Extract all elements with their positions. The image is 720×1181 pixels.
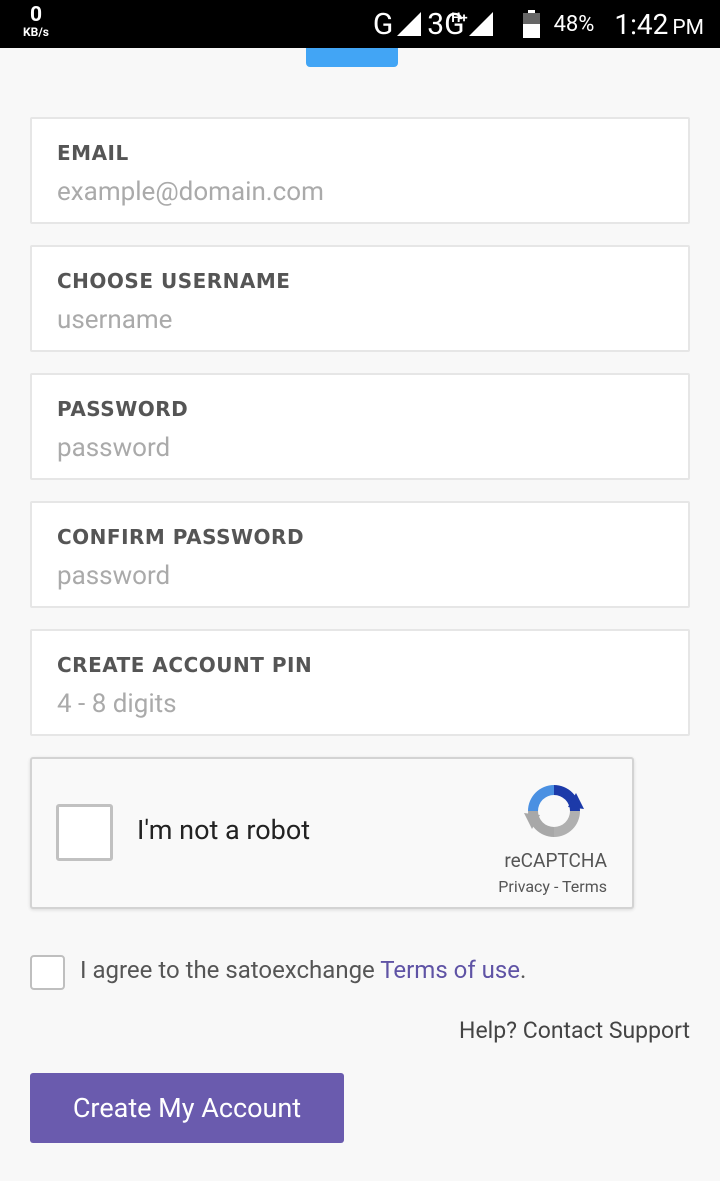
- username-label: CHOOSE USERNAME: [57, 269, 291, 293]
- agree-terms-prefix: I agree to the satoexchange: [80, 956, 381, 984]
- help-contact-support-link[interactable]: Help? Contact Support: [459, 1017, 690, 1044]
- clock-ampm: PM: [672, 15, 704, 40]
- agree-terms-checkbox[interactable]: [30, 955, 65, 990]
- clock-time: 1:42: [614, 7, 669, 41]
- email-field[interactable]: EMAIL: [30, 117, 690, 224]
- password-input[interactable]: [57, 430, 657, 466]
- signal-icon: [397, 12, 422, 36]
- network-3g-label: 3G H+: [427, 7, 468, 42]
- signal-icon: [468, 12, 493, 36]
- email-input[interactable]: [57, 174, 657, 210]
- status-bar: 0 KB/s G 3G H+ 48% 1:42 PM: [0, 0, 720, 48]
- scrolled-text-fragment: [268, 34, 288, 48]
- account-pin-field[interactable]: CREATE ACCOUNT PIN: [30, 629, 690, 736]
- recaptcha-logo-icon: [524, 785, 584, 837]
- battery-percent: 48%: [553, 11, 595, 37]
- account-pin-label: CREATE ACCOUNT PIN: [57, 653, 313, 677]
- recaptcha-privacy-link[interactable]: Privacy: [498, 877, 550, 896]
- recaptcha-widget: I'm not a robot reCAPTCHA Privacy - Term…: [30, 757, 634, 909]
- terms-of-use-link[interactable]: Terms of use: [380, 956, 520, 984]
- account-pin-input[interactable]: [57, 686, 657, 722]
- confirm-password-field[interactable]: CONFIRM PASSWORD: [30, 501, 690, 608]
- recaptcha-terms-link[interactable]: Terms: [562, 877, 607, 896]
- recaptcha-links: Privacy - Terms: [498, 877, 607, 896]
- username-field[interactable]: CHOOSE USERNAME: [30, 245, 690, 352]
- create-account-button[interactable]: Create My Account: [30, 1073, 344, 1143]
- scrolled-button-fragment[interactable]: [306, 48, 398, 67]
- status-right: G 3G H+ 48% 1:42 PM: [373, 0, 704, 48]
- recaptcha-checkbox[interactable]: [56, 804, 113, 861]
- recaptcha-label: I'm not a robot: [137, 814, 311, 846]
- agree-terms-suffix: .: [520, 956, 527, 984]
- agree-terms-text: I agree to the satoexchange Terms of use…: [80, 956, 526, 984]
- recaptcha-link-separator: -: [549, 877, 563, 896]
- recaptcha-brand: reCAPTCHA: [504, 849, 607, 872]
- network-g-label: G: [372, 6, 394, 42]
- clock: 1:42 PM: [614, 8, 704, 41]
- battery-icon: [522, 10, 540, 38]
- email-label: EMAIL: [57, 141, 129, 165]
- password-field[interactable]: PASSWORD: [30, 373, 690, 480]
- password-label: PASSWORD: [57, 397, 189, 421]
- confirm-password-label: CONFIRM PASSWORD: [57, 525, 305, 549]
- network-speed: 0 KB/s: [18, 3, 54, 39]
- confirm-password-input[interactable]: [57, 558, 657, 594]
- network-hplus-badge: H+: [451, 10, 468, 26]
- username-input[interactable]: [57, 302, 657, 338]
- speed-value: 0: [29, 3, 43, 27]
- speed-unit: KB/s: [23, 25, 49, 39]
